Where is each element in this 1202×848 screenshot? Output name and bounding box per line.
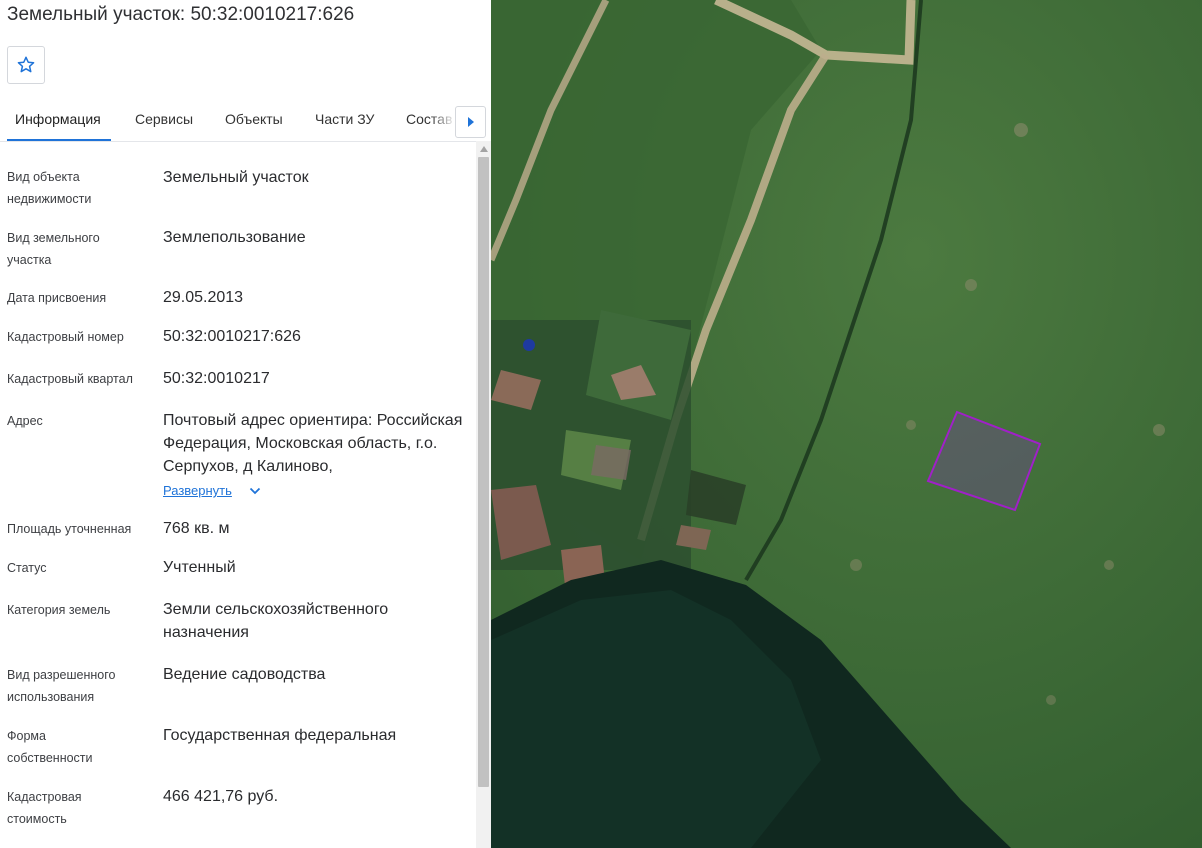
chevron-down-icon[interactable] — [249, 487, 261, 495]
info-value: Земли сельскохозяйственного назначения — [163, 601, 389, 641]
star-outline-icon — [17, 56, 35, 73]
info-value: 50:32:0010217:626 — [163, 328, 301, 345]
info-label: Категория земель — [7, 603, 111, 617]
info-label: Форма собственности — [7, 729, 93, 765]
info-label: Дата присвоения — [7, 291, 107, 305]
info-label: Вид объекта недвижимости — [7, 170, 92, 206]
info-label: Вид земельного участка — [7, 231, 100, 267]
page-title: Земельный участок: 50:32:0010217:626 — [7, 4, 355, 25]
tab-scroll-next-button[interactable] — [455, 106, 486, 138]
expand-address-link[interactable]: Развернуть — [163, 483, 232, 498]
info-value: Ведение садоводства — [163, 666, 326, 683]
info-label: Адрес — [7, 414, 43, 428]
triangle-right-icon — [467, 117, 474, 127]
tab-services[interactable]: Сервисы — [135, 111, 193, 127]
scroll-up-button[interactable] — [476, 141, 491, 156]
scrollbar-thumb[interactable] — [478, 157, 489, 787]
info-value: 466 421,76 руб. — [163, 788, 279, 805]
info-value: Учтенный — [163, 559, 236, 576]
info-value: 29.05.2013 — [163, 289, 244, 306]
map-imagery — [491, 0, 1202, 848]
satellite-map[interactable] — [491, 0, 1202, 848]
info-value: 50:32:0010217 — [163, 370, 270, 387]
info-label: Кадастровая стоимость — [7, 790, 82, 826]
tab-objects[interactable]: Объекты — [225, 111, 283, 127]
tab-overflow-fade — [430, 100, 456, 140]
triangle-up-icon — [479, 145, 488, 152]
info-label: Кадастровый номер — [7, 330, 124, 344]
info-value: Землепользование — [163, 229, 306, 246]
info-label: Кадастровый квартал — [7, 372, 133, 386]
info-label: Площадь уточненная — [7, 522, 132, 536]
favorite-button[interactable] — [7, 46, 45, 84]
info-label: Вид разрешенного использования — [7, 668, 116, 704]
active-tab-indicator — [7, 139, 111, 141]
info-label: Статус — [7, 561, 47, 575]
info-value: Земельный участок — [163, 169, 309, 186]
info-value: Почтовый адрес ориентира: Российская Фед… — [163, 412, 463, 475]
tab-bar: Информация Сервисы Объекты Части ЗУ Сост… — [0, 100, 491, 142]
tab-parcel-parts[interactable]: Части ЗУ — [315, 111, 374, 127]
info-value: Государственная федеральная — [163, 727, 397, 744]
tab-info[interactable]: Информация — [15, 111, 101, 127]
info-panel: Земельный участок: 50:32:0010217:626 Инф… — [0, 0, 491, 848]
info-value: 768 кв. м — [163, 520, 230, 537]
